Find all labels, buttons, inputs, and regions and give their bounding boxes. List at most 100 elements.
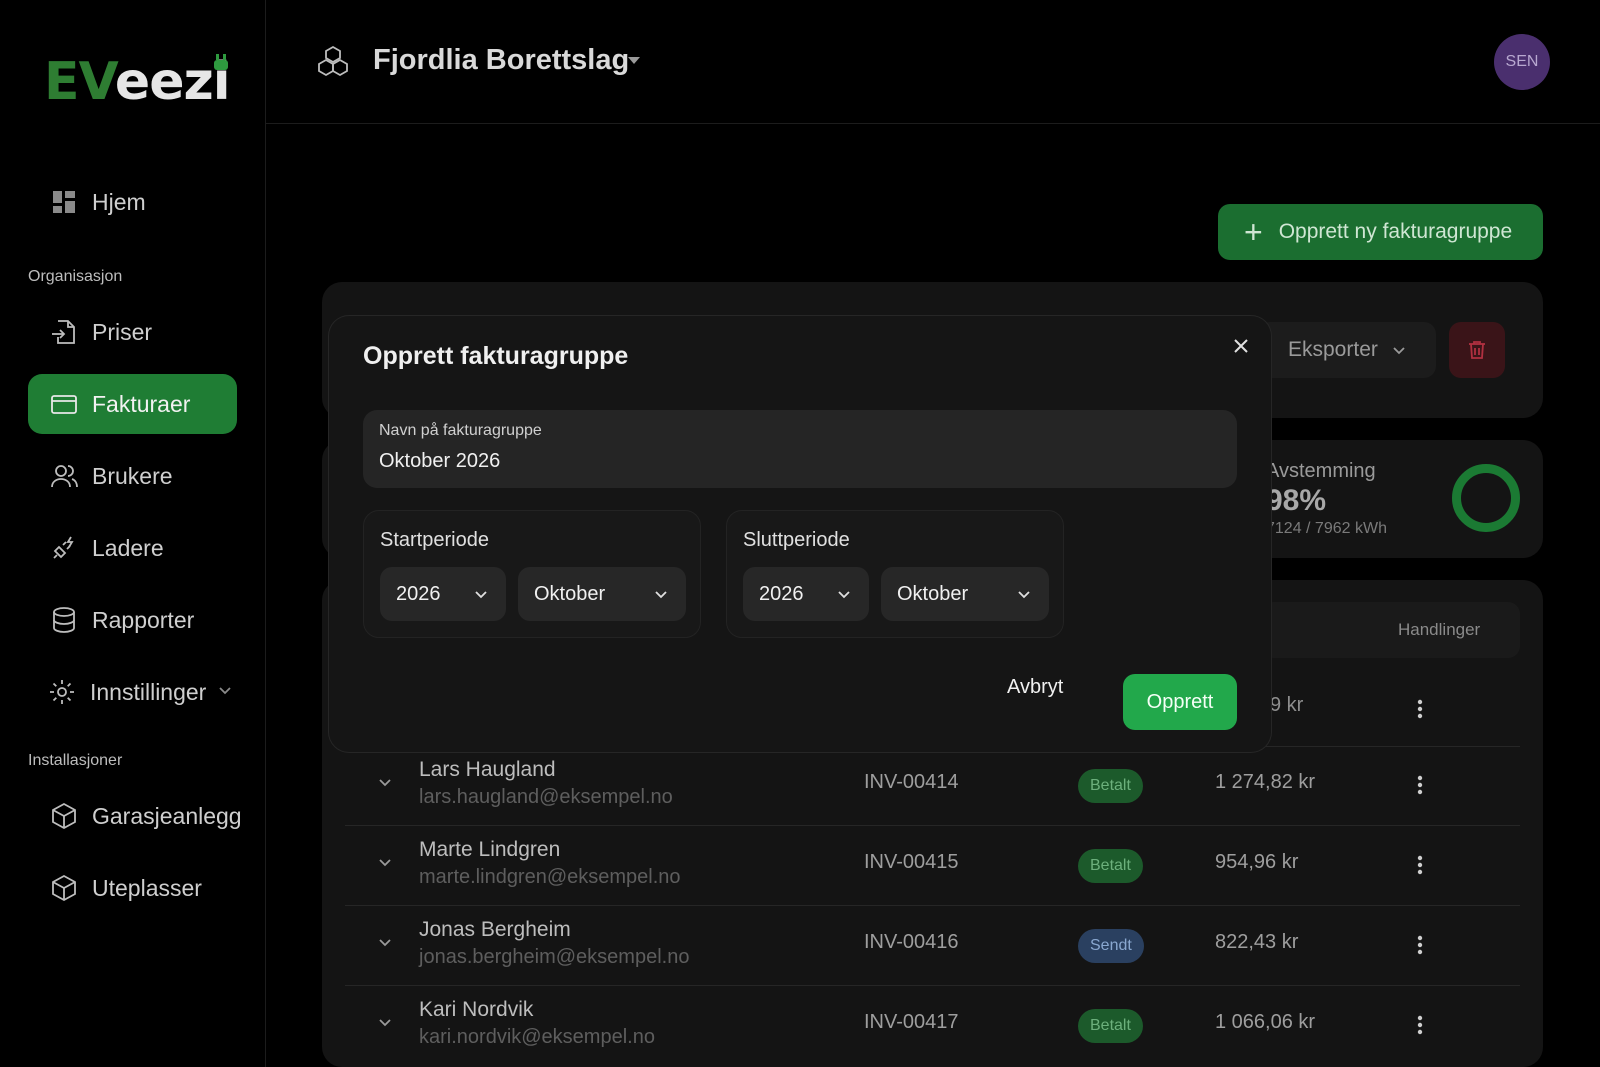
ev-plug-icon xyxy=(48,532,80,564)
status-badge: Betalt xyxy=(1078,769,1143,803)
sidebar-item-label: Priser xyxy=(92,318,153,345)
create-button[interactable]: Opprett xyxy=(1123,674,1237,730)
users-icon xyxy=(48,460,80,492)
database-icon xyxy=(48,604,80,636)
chevron-down-icon[interactable] xyxy=(377,934,393,950)
credit-card-icon xyxy=(48,388,80,420)
row-amount: 954,96 kr xyxy=(1215,851,1299,873)
start-month-select[interactable]: Oktober xyxy=(518,567,686,621)
more-vertical-icon[interactable] xyxy=(1415,850,1425,880)
table-row[interactable]: Marte Lindgren marte.lindgren@eksempel.n… xyxy=(345,826,1520,906)
row-email: kari.nordvik@eksempel.no xyxy=(419,1026,655,1048)
sidebar-item-home[interactable]: Hjem xyxy=(28,172,237,232)
chevron-down-icon xyxy=(655,591,667,599)
box-icon xyxy=(48,800,80,832)
box-icon xyxy=(48,872,80,904)
sidebar-item-users[interactable]: Brukere xyxy=(28,446,237,506)
logo-ev: EV xyxy=(44,52,116,112)
table-row[interactable]: Jonas Bergheim jonas.bergheim@eksempel.n… xyxy=(345,906,1520,986)
sidebar-item-invoices[interactable]: Fakturaer xyxy=(28,374,237,434)
sidebar-item-label: Garasjeanlegg xyxy=(92,802,242,829)
status-badge: Betalt xyxy=(1078,849,1143,883)
more-vertical-icon[interactable] xyxy=(1415,694,1425,724)
reconciliation-donut xyxy=(1452,464,1520,532)
invoice-group-name-label: Navn på fakturagruppe xyxy=(379,422,542,439)
start-period-group: Startperiode 2026 Oktober xyxy=(363,510,701,638)
row-amount: 822,43 kr xyxy=(1215,931,1299,953)
dialog-title: Opprett fakturagruppe xyxy=(363,342,629,370)
sidebar-item-label: Hjem xyxy=(92,188,146,215)
status-badge: Sendt xyxy=(1078,929,1144,963)
end-period-group: Sluttperiode 2026 Oktober xyxy=(726,510,1064,638)
chevron-down-icon[interactable] xyxy=(377,1014,393,1030)
avatar[interactable]: SEN xyxy=(1494,34,1550,90)
app-logo[interactable]: EVeezi xyxy=(44,52,231,112)
close-icon[interactable] xyxy=(1229,334,1253,358)
sidebar-item-label: Innstillinger xyxy=(90,678,207,705)
row-name: Lars Haugland xyxy=(419,758,556,781)
row-invoice-number: INV-00415 xyxy=(864,851,959,873)
start-month-value: Oktober xyxy=(534,582,606,605)
row-name: Marte Lindgren xyxy=(419,838,561,861)
row-amount-partial: 9 kr xyxy=(1270,694,1304,716)
end-month-select[interactable]: Oktober xyxy=(881,567,1049,621)
sidebar-item-outdoor[interactable]: Uteplasser xyxy=(28,858,237,918)
organization-name[interactable]: Fjordlia Borettslag xyxy=(373,44,629,77)
row-invoice-number: INV-00417 xyxy=(864,1011,959,1033)
reconciliation-value: 98% xyxy=(1266,484,1327,517)
row-email: marte.lindgren@eksempel.no xyxy=(419,866,681,888)
sidebar-item-settings[interactable]: Innstillinger xyxy=(28,662,237,722)
row-email: lars.haugland@eksempel.no xyxy=(419,786,673,808)
row-invoice-number: INV-00416 xyxy=(864,931,959,953)
chevron-down-icon[interactable] xyxy=(377,854,393,870)
table-row[interactable]: Kari Nordvik kari.nordvik@eksempel.no IN… xyxy=(345,986,1520,1066)
status-badge: Betalt xyxy=(1078,1009,1143,1043)
create-invoice-group-dialog: Opprett fakturagruppe Navn på fakturagru… xyxy=(329,316,1271,752)
organization-icon xyxy=(318,45,348,77)
more-vertical-icon[interactable] xyxy=(1415,1010,1425,1040)
sidebar-item-prices[interactable]: Priser xyxy=(28,302,237,362)
logo-eezi: eezi xyxy=(114,52,231,112)
row-name: Kari Nordvik xyxy=(419,998,534,1021)
reconciliation-kwh: 7124 / 7962 kWh xyxy=(1266,520,1387,537)
chevron-down-icon xyxy=(838,591,850,599)
sidebar-item-reports[interactable]: Rapporter xyxy=(28,590,237,650)
more-vertical-icon[interactable] xyxy=(1415,930,1425,960)
plug-icon xyxy=(213,54,228,70)
table-row[interactable]: Lars Haugland lars.haugland@eksempel.no … xyxy=(345,746,1520,826)
delete-button[interactable] xyxy=(1449,322,1505,378)
export-button[interactable]: Eksporter xyxy=(1258,322,1436,378)
sidebar-item-chargers[interactable]: Ladere xyxy=(28,518,237,578)
dashboard-icon xyxy=(48,186,80,218)
invoice-group-name-input[interactable] xyxy=(379,446,1199,476)
table-header xyxy=(1262,602,1520,658)
chevron-down-icon xyxy=(475,591,487,599)
sidebar-item-label: Rapporter xyxy=(92,606,195,633)
sidebar-item-label: Fakturaer xyxy=(92,390,191,417)
gear-icon xyxy=(46,676,78,708)
chevron-down-icon[interactable] xyxy=(377,774,393,790)
start-period-label: Startperiode xyxy=(380,529,489,551)
end-year-value: 2026 xyxy=(759,582,804,605)
create-invoice-group-button[interactable]: + Opprett ny fakturagruppe xyxy=(1218,204,1543,260)
reconciliation-label: Avstemming xyxy=(1266,460,1376,482)
top-bar: Fjordlia Borettslag SEN xyxy=(266,0,1600,124)
start-year-value: 2026 xyxy=(396,582,441,605)
end-year-select[interactable]: 2026 xyxy=(743,567,869,621)
more-vertical-icon[interactable] xyxy=(1415,770,1425,800)
sidebar-item-garage[interactable]: Garasjeanlegg xyxy=(28,786,258,846)
cancel-button[interactable]: Avbryt xyxy=(1007,676,1063,699)
create-invoice-group-label: Opprett ny fakturagruppe xyxy=(1278,220,1513,243)
sidebar-item-label: Brukere xyxy=(92,462,173,489)
section-label-installations: Installasjoner xyxy=(28,752,123,769)
sidebar: EVeezi Hjem Organisasjon Priser Fakturae… xyxy=(0,0,266,1067)
caret-down-icon[interactable] xyxy=(626,55,642,67)
row-amount: 1 066,06 kr xyxy=(1215,1011,1316,1033)
trash-icon xyxy=(1469,341,1485,359)
sidebar-item-label: Ladere xyxy=(92,534,164,561)
section-label-organisation: Organisasjon xyxy=(28,268,123,285)
start-year-select[interactable]: 2026 xyxy=(380,567,506,621)
invoice-group-name-field[interactable]: Navn på fakturagruppe xyxy=(363,410,1237,488)
end-period-label: Sluttperiode xyxy=(743,529,850,551)
row-email: jonas.bergheim@eksempel.no xyxy=(419,946,690,968)
